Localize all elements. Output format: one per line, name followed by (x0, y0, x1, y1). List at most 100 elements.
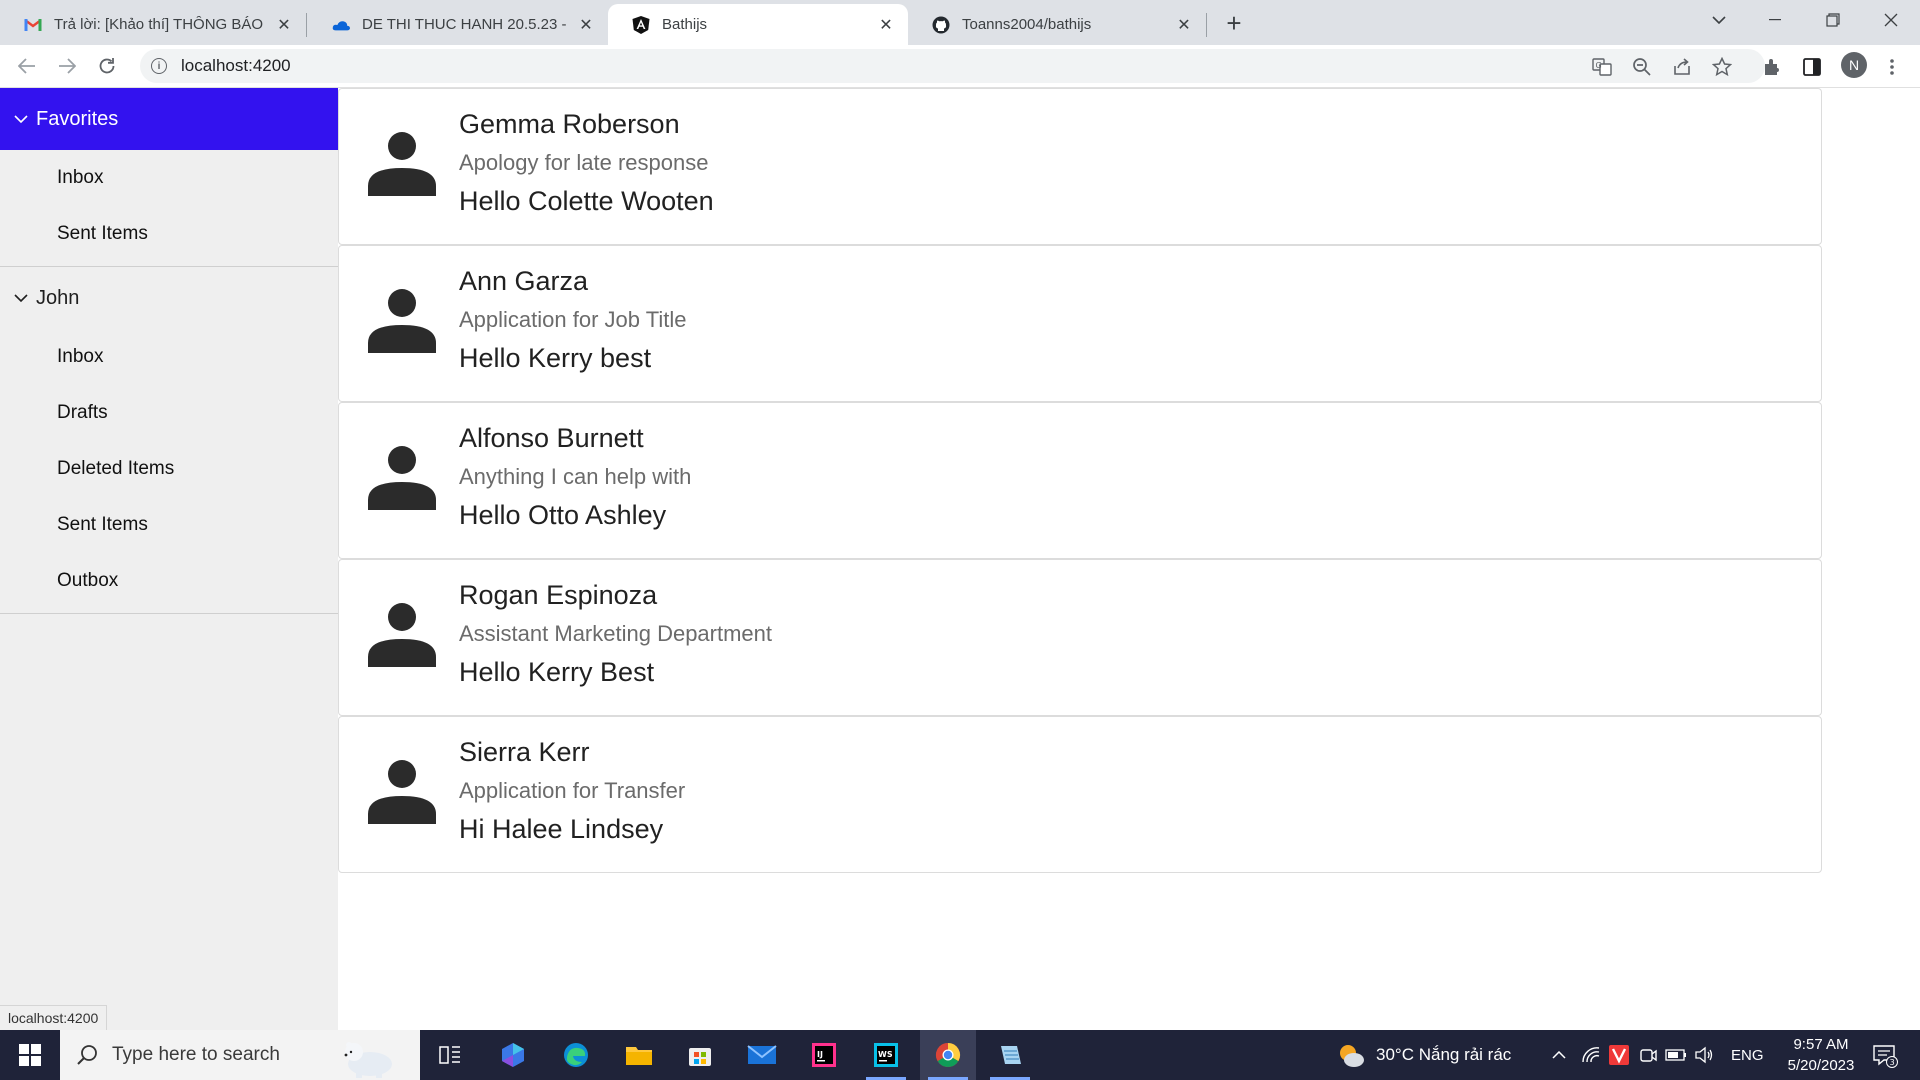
polar-bear-icon (344, 1042, 392, 1078)
sidebar-item-sent-items[interactable]: Sent Items (0, 497, 338, 553)
bing-chat-icon[interactable] (485, 1030, 541, 1080)
microsoft-store-icon[interactable] (672, 1030, 728, 1080)
message-card[interactable]: Ann Garza Application for Job Title Hell… (338, 245, 1822, 402)
bookmark-star-icon[interactable] (1710, 55, 1734, 79)
url-text: localhost:4200 (181, 56, 291, 75)
close-icon[interactable]: ✕ (1174, 15, 1194, 35)
close-icon[interactable]: ✕ (274, 15, 294, 35)
sidebar-item-outbox[interactable]: Outbox (0, 553, 338, 609)
tab-onedrive[interactable]: DE THI THUC HANH 20.5.23 - On ✕ (308, 4, 608, 45)
group-header-john[interactable]: John (0, 267, 338, 329)
group-header-favorites[interactable]: Favorites (0, 88, 338, 150)
translate-icon[interactable]: G (1590, 55, 1614, 79)
notepad-icon[interactable] (982, 1030, 1038, 1080)
message-card[interactable]: Rogan Espinoza Assistant Marketing Depar… (338, 559, 1822, 716)
sidebar-item-drafts[interactable]: Drafts (0, 385, 338, 441)
volume-icon[interactable] (1693, 1044, 1715, 1066)
taskbar-search-box[interactable]: Type here to search (60, 1030, 420, 1080)
github-icon (932, 16, 950, 34)
weather-icon[interactable] (1336, 1040, 1366, 1070)
close-icon[interactable]: ✕ (876, 15, 896, 35)
message-sender: Ann Garza (459, 266, 589, 296)
battery-icon[interactable] (1665, 1044, 1687, 1066)
message-sender: Sierra Kerr (459, 737, 590, 767)
vivaldi-v-icon[interactable] (1608, 1044, 1630, 1066)
tab-title: Trả lời: [Khảo thí] THÔNG BÁO TH (54, 16, 266, 33)
person-icon (368, 603, 436, 667)
person-icon (368, 446, 436, 510)
gmail-icon (24, 16, 42, 34)
windows-start-button[interactable] (8, 1030, 52, 1080)
tab-search-chevron-icon[interactable] (1691, 0, 1747, 40)
message-subject: Application for Transfer (459, 778, 686, 803)
group-john: John Inbox Drafts Deleted Items Sent Ite… (0, 267, 338, 614)
browser-toolbar: i localhost:4200 G (0, 45, 1920, 88)
message-sender: Rogan Espinoza (459, 580, 658, 610)
restore-button[interactable] (1805, 0, 1861, 40)
close-icon[interactable]: ✕ (576, 15, 596, 35)
address-bar[interactable]: i localhost:4200 (140, 49, 1765, 83)
group-favorites: Favorites Inbox Sent Items (0, 88, 338, 267)
new-tab-button[interactable]: + (1220, 8, 1248, 38)
close-window-button[interactable] (1863, 0, 1919, 40)
webstorm-icon[interactable]: WS (858, 1030, 914, 1080)
menu-icon[interactable] (1880, 55, 1904, 79)
chrome-icon[interactable] (920, 1030, 976, 1080)
message-card[interactable]: Sierra Kerr Application for Transfer Hi … (338, 716, 1822, 873)
tab-bathijs[interactable]: Bathijs ✕ (608, 4, 908, 45)
message-subject: Apology for late response (459, 150, 709, 175)
group-label: John (36, 286, 80, 309)
meet-now-icon[interactable] (1637, 1044, 1659, 1066)
reload-button[interactable] (92, 51, 122, 81)
network-icon[interactable] (1580, 1044, 1602, 1066)
sidebar-item-deleted-items[interactable]: Deleted Items (0, 441, 338, 497)
message-greeting: Hello Kerry Best (459, 657, 655, 687)
site-info-icon[interactable]: i (151, 58, 167, 74)
folder-sidebar: Favorites Inbox Sent Items John Inbox Dr… (0, 88, 338, 1030)
chevron-up-icon[interactable] (1548, 1044, 1570, 1066)
input-language[interactable]: ENG (1731, 1030, 1764, 1080)
tab-divider (1206, 13, 1207, 37)
message-sender: Alfonso Burnett (459, 423, 644, 453)
clock-date: 5/20/2023 (1787, 1057, 1855, 1074)
tab-github[interactable]: Toanns2004/bathijs ✕ (908, 4, 1206, 45)
notification-count: 3 (1890, 1058, 1895, 1067)
forward-button[interactable] (52, 51, 82, 81)
message-subject: Anything I can help with (459, 464, 692, 489)
side-panel-icon[interactable] (1800, 55, 1824, 79)
file-explorer-icon[interactable] (611, 1030, 667, 1080)
extensions-icon[interactable] (1760, 55, 1784, 79)
person-icon (368, 760, 436, 824)
message-subject: Assistant Marketing Department (459, 621, 773, 646)
sidebar-item-sent-items[interactable]: Sent Items (0, 206, 338, 262)
svg-text:WS: WS (878, 1050, 893, 1059)
mail-icon[interactable] (734, 1030, 790, 1080)
share-icon[interactable] (1670, 55, 1694, 79)
onedrive-icon (332, 16, 350, 34)
minimize-button[interactable] (1747, 0, 1803, 40)
tab-gmail[interactable]: Trả lời: [Khảo thí] THÔNG BÁO TH ✕ (0, 4, 306, 45)
message-greeting: Hello Otto Ashley (459, 500, 667, 530)
clock-time: 9:57 AM (1793, 1036, 1849, 1053)
message-card[interactable]: Gemma Roberson Apology for late response… (338, 88, 1822, 245)
task-view-icon[interactable] (422, 1030, 478, 1080)
person-icon (368, 289, 436, 353)
sidebar-item-inbox[interactable]: Inbox (0, 150, 338, 206)
message-subject: Application for Job Title (459, 307, 687, 332)
zoom-icon[interactable] (1630, 55, 1654, 79)
message-list: Gemma Roberson Apology for late response… (338, 88, 1822, 873)
weather-text[interactable]: 30°C Nắng rải rác (1376, 1030, 1511, 1080)
intellij-icon[interactable]: IJ (796, 1030, 852, 1080)
back-button[interactable] (12, 51, 42, 81)
edge-icon[interactable] (548, 1030, 604, 1080)
sidebar-item-inbox[interactable]: Inbox (0, 329, 338, 385)
tab-title: Bathijs (662, 16, 708, 33)
message-greeting: Hello Colette Wooten (459, 186, 714, 216)
windows-taskbar: Type here to search IJ WS 30°C Nắng rải … (0, 1030, 1920, 1080)
message-card[interactable]: Alfonso Burnett Anything I can help with… (338, 402, 1822, 559)
message-greeting: Hello Kerry best (459, 343, 652, 373)
notification-center-icon[interactable]: 3 (1870, 1042, 1900, 1070)
profile-avatar[interactable]: N (1841, 52, 1867, 78)
taskbar-clock[interactable]: 9:57 AM 5/20/2023 (1766, 1034, 1876, 1076)
browser-tabstrip: Trả lời: [Khảo thí] THÔNG BÁO TH ✕ DE TH… (0, 0, 1920, 45)
